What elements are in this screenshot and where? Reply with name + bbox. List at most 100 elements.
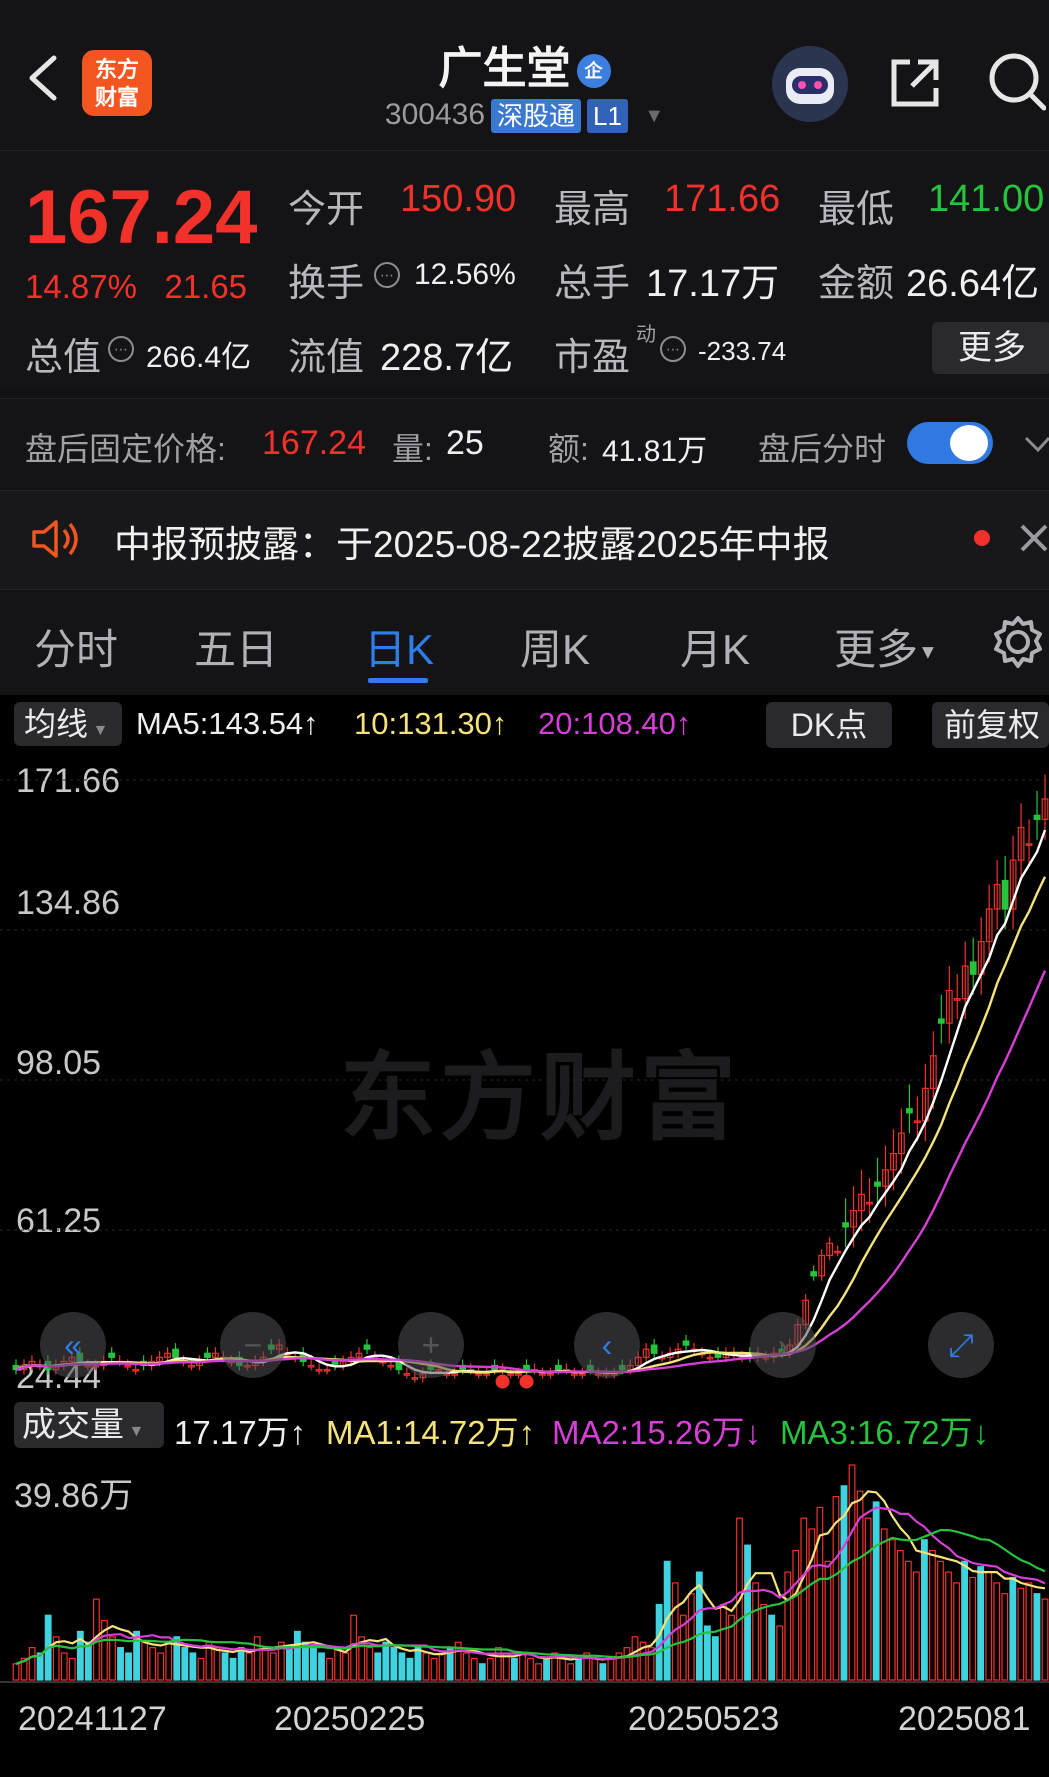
double-left-icon[interactable]: « <box>40 1312 106 1378</box>
info-icon[interactable]: ⋯ <box>374 262 400 288</box>
volume-bar <box>953 1582 960 1681</box>
volume-bar <box>382 1641 390 1681</box>
volume-bar <box>543 1657 550 1681</box>
change-percent: 14.87% <box>25 268 137 305</box>
volume-bar <box>1025 1582 1033 1681</box>
volume-bar <box>864 1517 872 1681</box>
date-axis-label: 20250523 <box>628 1700 780 1738</box>
volume-bar <box>1041 1598 1049 1681</box>
mktcap-label: 总值 <box>25 337 102 379</box>
adjust-selector[interactable]: 前复权 <box>932 702 1049 748</box>
volume-bar <box>229 1657 237 1681</box>
candlestick-chart[interactable] <box>0 760 1049 1396</box>
candle-body <box>682 1340 690 1346</box>
low-label: 最低 <box>818 189 895 231</box>
volume-bar <box>872 1501 880 1681</box>
volume-bar <box>591 1657 599 1681</box>
candle-body <box>874 1181 881 1187</box>
fixed-price-label: 盘后固定价格: <box>25 431 226 467</box>
volume-bar <box>334 1647 341 1681</box>
volume-bar <box>655 1603 663 1681</box>
volume-bar <box>607 1657 615 1681</box>
volume-bar <box>904 1560 912 1681</box>
volume-bar <box>197 1657 205 1681</box>
volume-bar <box>269 1652 277 1681</box>
volume-bar <box>800 1517 808 1681</box>
volume-bar <box>293 1630 301 1681</box>
zoom-in-icon[interactable]: + <box>398 1312 464 1378</box>
amount-value: 26.64亿 <box>906 263 1040 305</box>
robot-avatar-icon[interactable] <box>772 46 848 122</box>
chevron-down-icon[interactable]: ▼ <box>644 105 664 127</box>
zoom-out-icon[interactable]: − <box>220 1312 286 1378</box>
volume-bar <box>888 1539 896 1681</box>
volume-bar <box>125 1652 132 1681</box>
volume-indicator-selector[interactable]: 成交量 ▼ <box>14 1402 164 1448</box>
volume-bar <box>985 1571 993 1681</box>
volume-bar <box>486 1657 494 1681</box>
chevron-down-icon[interactable] <box>1022 430 1049 458</box>
current-price: 167.24 <box>25 175 258 260</box>
volume-bar <box>438 1652 446 1681</box>
volume-bar <box>430 1657 438 1681</box>
volume-bar <box>414 1647 422 1681</box>
volume-bar <box>920 1539 928 1681</box>
indicator-selector[interactable]: 均线 ▼ <box>14 702 122 746</box>
volume-bar <box>1017 1587 1025 1681</box>
volume-bar <box>720 1603 727 1681</box>
share-icon[interactable] <box>884 52 946 114</box>
pe-superscript: 动 <box>636 324 656 346</box>
volume-bar <box>1009 1576 1017 1681</box>
open-label: 今开 <box>288 189 365 231</box>
volume-bar <box>141 1641 149 1681</box>
volume-bar <box>149 1647 157 1681</box>
more-button[interactable]: 更多 <box>932 322 1049 374</box>
candle-body <box>363 1344 371 1350</box>
candle-body <box>842 1222 849 1228</box>
pan-left-icon[interactable]: ‹ <box>574 1312 640 1378</box>
volume-bar <box>181 1647 189 1681</box>
fullscreen-icon[interactable]: ⤢ <box>928 1312 994 1378</box>
tab-more[interactable]: 更多▼ <box>834 616 938 677</box>
change-amount: 21.65 <box>164 268 248 305</box>
volume-bar <box>213 1647 221 1681</box>
amount-label: 金额 <box>818 263 895 305</box>
pan-right-icon[interactable]: › <box>750 1312 816 1378</box>
gear-icon[interactable] <box>990 614 1046 670</box>
tab-daily-k[interactable]: 日K <box>364 616 434 677</box>
volume-bar <box>36 1652 44 1681</box>
ah-amount-value: 41.81万 <box>602 435 708 468</box>
info-icon[interactable]: ⋯ <box>660 336 686 362</box>
volume-bar <box>1033 1593 1041 1681</box>
turnover-value: 12.56% <box>414 258 516 291</box>
tab-monthly-k[interactable]: 月K <box>680 616 750 677</box>
dk-point-button[interactable]: DK点 <box>766 702 892 748</box>
fixed-price-value: 167.24 <box>262 424 366 462</box>
volume-bar <box>60 1652 68 1681</box>
tab-intraday[interactable]: 分时 <box>34 616 118 677</box>
volume-bar <box>760 1603 768 1681</box>
search-icon[interactable] <box>984 48 1046 114</box>
high-value: 171.66 <box>664 178 781 220</box>
ah-amount-label: 额: <box>548 431 589 467</box>
volume-bar <box>398 1652 406 1681</box>
volume-ma2: MA2:15.26万↓ <box>552 1414 762 1451</box>
volume-bar <box>527 1657 534 1681</box>
volume-bar <box>784 1571 792 1681</box>
ma5-value: MA5:143.54↑ <box>136 706 319 741</box>
tab-five-day[interactable]: 五日 <box>194 616 278 677</box>
shgt-tag: 深股通 <box>491 99 582 134</box>
close-icon[interactable] <box>1018 520 1049 556</box>
volume-bar <box>84 1641 92 1681</box>
high-label: 最高 <box>554 189 631 231</box>
volume-bar <box>896 1549 904 1681</box>
volume-bar <box>221 1652 229 1681</box>
pe-label: 市盈 <box>554 337 631 379</box>
info-icon[interactable]: ⋯ <box>108 336 134 362</box>
turnover-label: 换手 <box>288 263 365 305</box>
tab-weekly-k[interactable]: 周K <box>520 616 590 677</box>
dk-point-marker <box>495 1374 510 1389</box>
volume-chart[interactable] <box>0 1455 1049 1685</box>
volume-value: 17.17万 <box>646 263 780 305</box>
volume-bar <box>478 1663 486 1681</box>
